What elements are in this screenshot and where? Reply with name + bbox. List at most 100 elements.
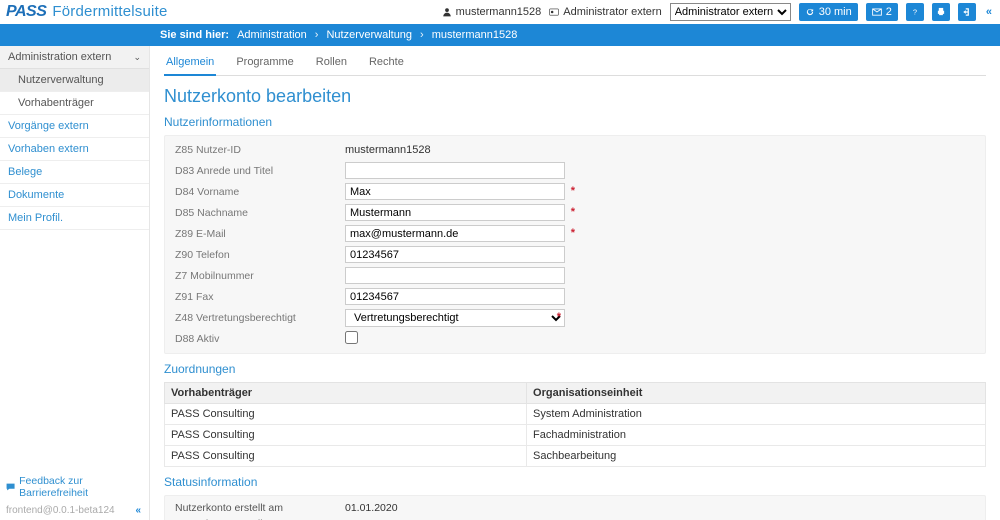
table-cell: Fachadministration [527,425,986,446]
sidebar-category-label: Administration extern [8,51,111,63]
assign-table: Vorhabenträger Organisationseinheit PASS… [164,382,986,467]
sidebar-link-label: Vorgänge extern [8,120,89,132]
sidebar-link[interactable]: Vorhaben extern [0,138,149,161]
status-block: Nutzerkonto erstellt am01.01.2020 Nutzer… [164,495,986,520]
tab-label: Rechte [369,56,404,68]
tab-label: Rollen [316,56,347,68]
label-anrede: D83 Anrede und Titel [175,165,345,177]
current-role: Administrator extern [549,6,661,18]
sidebar-link[interactable]: Mein Profil. [0,207,149,230]
refresh-icon [805,7,815,17]
brand-product: Fördermittelsuite [52,3,167,20]
label-nachname: D85 Nachname [175,207,345,219]
print-icon [936,7,946,17]
required-icon: * [557,311,561,323]
select-vertret[interactable]: Vertretungsberechtigt [345,309,565,327]
breadcrumb-prefix: Sie sind hier: [160,29,229,41]
svg-text:?: ? [913,8,917,17]
collapse-sidebar-icon[interactable]: « [133,505,143,516]
table-cell: System Administration [527,404,986,425]
sidebar-item-label: Nutzerverwaltung [18,74,104,86]
session-timer-button[interactable]: 30 min [799,3,858,21]
current-user-name: mustermann1528 [456,6,542,18]
breadcrumb-item[interactable]: Nutzerverwaltung [326,29,412,41]
table-cell: PASS Consulting [165,425,527,446]
print-button[interactable] [932,3,950,21]
section-status-title: Statusinformation [164,475,986,489]
tab-label: Programme [236,56,293,68]
breadcrumb-item[interactable]: Administration [237,29,307,41]
chevron-right-icon: › [420,29,424,41]
feedback-link-label: Feedback zur Barrierefreiheit [19,475,143,499]
label-vertret: Z48 Vertretungsberechtigt [175,312,345,324]
brand: PASS Fördermittelsuite [6,3,168,21]
sidebar-item-vorhabentraeger[interactable]: Vorhabenträger [0,92,149,115]
status-value: 01.01.2020 [345,502,398,514]
sidebar-link-label: Mein Profil. [8,212,63,224]
label-user-id: Z85 Nutzer-ID [175,144,345,156]
label-telefon: Z90 Telefon [175,249,345,261]
comment-icon [6,482,15,492]
assign-th: Vorhabenträger [165,383,527,404]
help-button[interactable]: ? [906,3,924,21]
feedback-link[interactable]: Feedback zur Barrierefreiheit [0,471,149,503]
collapse-header-icon[interactable]: « [984,6,994,18]
input-email[interactable] [345,225,565,242]
page-title: Nutzerkonto bearbeiten [164,86,986,107]
section-assign-title: Zuordnungen [164,362,986,376]
sidebar-item-label: Vorhabenträger [18,97,94,109]
brand-logo: PASS [6,3,46,21]
user-icon [442,7,452,17]
input-mobil[interactable] [345,267,565,284]
input-nachname[interactable] [345,204,565,221]
logout-button[interactable] [958,3,976,21]
sidebar-link-label: Dokumente [8,189,64,201]
current-user: mustermann1528 [442,6,542,18]
status-label: Nutzerkonto erstellt am [175,502,345,514]
input-telefon[interactable] [345,246,565,263]
value-user-id: mustermann1528 [345,142,565,158]
label-mobil: Z7 Mobilnummer [175,270,345,282]
help-icon: ? [910,7,920,17]
session-timer-text: 30 min [819,6,852,18]
input-anrede[interactable] [345,162,565,179]
section-userinfo-title: Nutzerinformationen [164,115,986,129]
table-row: PASS ConsultingSystem Administration [165,404,986,425]
checkbox-aktiv[interactable] [345,331,358,344]
required-icon: * [571,206,575,218]
required-icon: * [571,227,575,239]
tab-allgemein[interactable]: Allgemein [164,52,216,76]
current-role-label: Administrator extern [563,6,661,18]
chevron-right-icon: › [315,29,319,41]
label-email: Z89 E-Mail [175,228,345,240]
table-row: PASS ConsultingSachbearbeitung [165,446,986,467]
messages-button[interactable]: 2 [866,3,898,21]
required-icon: * [571,185,575,197]
breadcrumb: Sie sind hier: Administration › Nutzerve… [0,24,1000,46]
input-vorname[interactable] [345,183,565,200]
role-select[interactable]: Administrator extern [670,3,791,21]
sidebar-category[interactable]: Administration extern ⌄ [0,46,149,69]
table-cell: PASS Consulting [165,404,527,425]
label-fax: Z91 Fax [175,291,345,303]
tab-rechte[interactable]: Rechte [367,52,406,75]
sidebar-link[interactable]: Vorgänge extern [0,115,149,138]
userinfo-form: Z85 Nutzer-ID mustermann1528 D83 Anrede … [164,135,986,354]
main-content: Allgemein Programme Rollen Rechte Nutzer… [150,46,1000,520]
sidebar-link[interactable]: Belege [0,161,149,184]
label-aktiv: D88 Aktiv [175,333,345,345]
sidebar-item-nutzerverwaltung[interactable]: Nutzerverwaltung [0,69,149,92]
sidebar-link-label: Belege [8,166,42,178]
id-icon [549,7,559,17]
breadcrumb-item[interactable]: mustermann1528 [432,29,518,41]
sidebar: Administration extern ⌄ Nutzerverwaltung… [0,46,150,520]
tab-programme[interactable]: Programme [234,52,295,75]
input-fax[interactable] [345,288,565,305]
sidebar-link[interactable]: Dokumente [0,184,149,207]
table-row: PASS ConsultingFachadministration [165,425,986,446]
table-cell: Sachbearbeitung [527,446,986,467]
chevron-down-icon: ⌄ [133,52,141,63]
sidebar-link-label: Vorhaben extern [8,143,89,155]
tab-rollen[interactable]: Rollen [314,52,349,75]
label-vorname: D84 Vorname [175,186,345,198]
